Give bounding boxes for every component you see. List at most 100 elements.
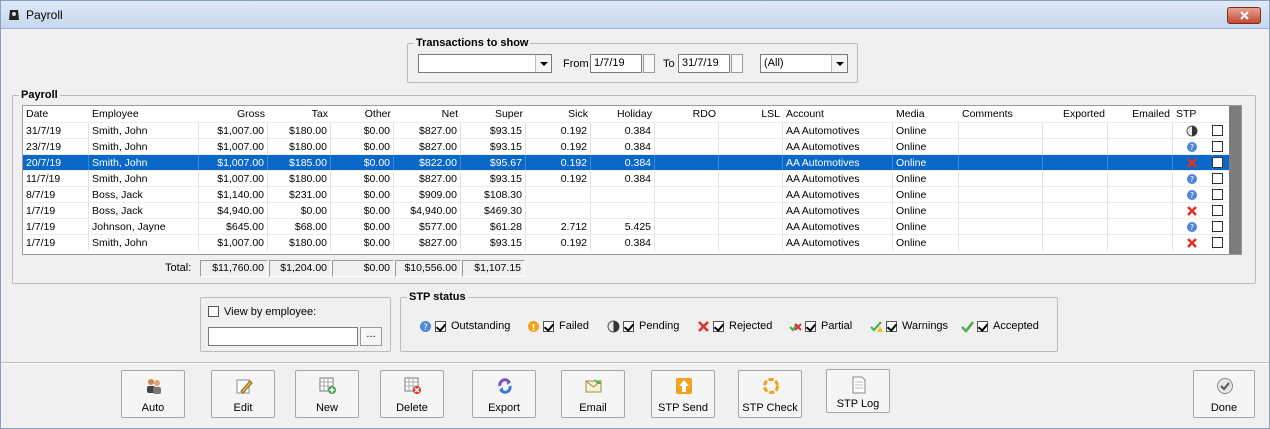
cell-lsl [719,203,783,219]
cell-gross: $1,007.00 [199,171,268,187]
cell-media: Online [893,123,959,139]
employee-field[interactable] [208,327,358,346]
cell-account: AA Automotives [783,187,893,203]
column-header-sick[interactable]: Sick [526,106,591,122]
table-row[interactable]: 20/7/19 Smith, John $1,007.00 $185.00 $0.00 $… [23,154,1231,171]
column-header-employee[interactable]: Employee [89,106,199,122]
column-header-rdo[interactable]: RDO [655,106,719,122]
column-header-tax[interactable]: Tax [268,106,331,122]
column-header-holiday[interactable]: Holiday [591,106,655,122]
column-header-exported[interactable]: Exported [1043,106,1108,122]
done-button[interactable]: Done [1193,370,1255,418]
email-button[interactable]: Email [561,370,625,418]
row-select-checkbox[interactable] [1212,205,1223,216]
stp-send-button[interactable]: STP Send [651,370,715,418]
cell-gross: $1,007.00 [199,123,268,139]
table-row[interactable]: 1/7/19 Boss, Jack $4,940.00 $0.00 $0.00 $4,94… [23,202,1231,219]
chevron-down-icon[interactable] [831,55,847,72]
table-row[interactable]: 31/7/19 Smith, John $1,007.00 $180.00 $0.00 $… [23,122,1231,139]
cell-tax: $180.00 [268,139,331,155]
stp-filter-label: Failed [559,320,589,332]
stp-check-button[interactable]: STP Check [738,370,802,418]
cell-super: $93.15 [461,139,526,155]
to-date-field[interactable]: 31/7/19 [678,54,730,73]
export-label: Export [488,402,520,414]
done-label: Done [1210,402,1238,414]
table-row[interactable]: 1/7/19 Johnson, Jayne $645.00 $68.00 $0.00 $5… [23,218,1231,235]
column-header-super[interactable]: Super [461,106,526,122]
row-select-checkbox[interactable] [1212,189,1223,200]
row-select-checkbox[interactable] [1212,221,1223,232]
cell-date: 8/7/19 [23,187,89,203]
table-row[interactable]: 1/7/19 Smith, John $1,007.00 $180.00 $0.00 $8… [23,234,1231,251]
transactions-filter-legend: Transactions to show [416,37,529,49]
from-date-picker-button[interactable] [643,54,655,73]
column-header-gross[interactable]: Gross [199,106,268,122]
view-by-employee-checkbox[interactable] [208,306,219,317]
employee-browse-button[interactable]: ... [360,327,382,346]
svg-text:?: ? [1190,175,1194,184]
transaction-type-select[interactable] [418,54,552,73]
cell-gross: $1,007.00 [199,155,268,171]
from-date-field[interactable]: 1/7/19 [590,54,642,73]
column-header-account[interactable]: Account [783,106,893,122]
row-select-checkbox[interactable] [1212,125,1223,136]
column-header-lsl[interactable]: LSL [719,106,783,122]
column-header-date[interactable]: Date [23,106,89,122]
cell-account: AA Automotives [783,235,893,251]
stp-filter-checkbox[interactable] [623,321,634,332]
stp-filter-checkbox[interactable] [713,321,724,332]
close-button[interactable] [1227,7,1261,24]
column-header-other[interactable]: Other [331,106,394,122]
stp-filter-checkbox[interactable] [977,321,988,332]
totals-label: Total: [165,262,192,274]
column-header-net[interactable]: Net [394,106,461,122]
stp-log-label: STP Log [836,398,880,410]
cell-emailed [1108,139,1173,155]
table-header: Date Employee Gross Tax Other Net Super Sick Hol… [23,106,1231,122]
from-label: From [563,58,589,70]
table-row[interactable]: 23/7/19 Smith, John $1,007.00 $180.00 $0.00 $… [23,138,1231,155]
delete-button[interactable]: Delete [380,370,444,418]
cell-exported [1043,139,1108,155]
scope-select[interactable]: (All) [760,54,848,73]
cell-comments [959,187,1043,203]
row-select-checkbox[interactable] [1212,157,1223,168]
stp-filter-checkbox[interactable] [805,321,816,332]
table-row[interactable]: 11/7/19 Smith, John $1,007.00 $180.00 $0.00 $… [23,170,1231,187]
new-button[interactable]: New [295,370,359,418]
stp-filter-checkbox[interactable] [886,321,897,332]
stp-filter-checkbox[interactable] [435,321,446,332]
stp-status-legend: STP status [409,291,466,303]
edit-button[interactable]: Edit [211,370,275,418]
column-header-stp[interactable]: STP [1173,106,1213,122]
to-date-picker-button[interactable] [731,54,743,73]
column-header-comments[interactable]: Comments [959,106,1043,122]
auto-button[interactable]: Auto [121,370,185,418]
cell-comments [959,219,1043,235]
row-select-checkbox[interactable] [1212,141,1223,152]
cell-holiday [591,203,655,219]
cell-net: $822.00 [394,155,461,171]
cell-tax: $180.00 [268,235,331,251]
cell-sick [526,187,591,203]
column-header-media[interactable]: Media [893,106,959,122]
stp-filter-checkbox[interactable] [543,321,554,332]
row-select-checkbox[interactable] [1212,237,1223,248]
column-header-emailed[interactable]: Emailed [1108,106,1173,122]
cell-sick: 2.712 [526,219,591,235]
chevron-down-icon[interactable] [535,55,551,72]
stp-log-button[interactable]: STP Log [826,369,890,413]
cell-media: Online [893,203,959,219]
cell-tax: $231.00 [268,187,331,203]
payroll-legend: Payroll [21,89,58,101]
export-button[interactable]: Export [472,370,536,418]
stp-filter-label: Partial [821,320,853,332]
red-cross-icon [1187,238,1197,248]
table-row[interactable]: 8/7/19 Boss, Jack $1,140.00 $231.00 $0.00 $90… [23,186,1231,203]
cell-gross: $4,940.00 [199,203,268,219]
row-select-checkbox[interactable] [1212,173,1223,184]
vertical-scrollbar[interactable] [1229,106,1241,254]
payroll-table[interactable]: Date Employee Gross Tax Other Net Super Sick Hol… [22,105,1242,255]
cell-employee: Boss, Jack [89,203,199,219]
